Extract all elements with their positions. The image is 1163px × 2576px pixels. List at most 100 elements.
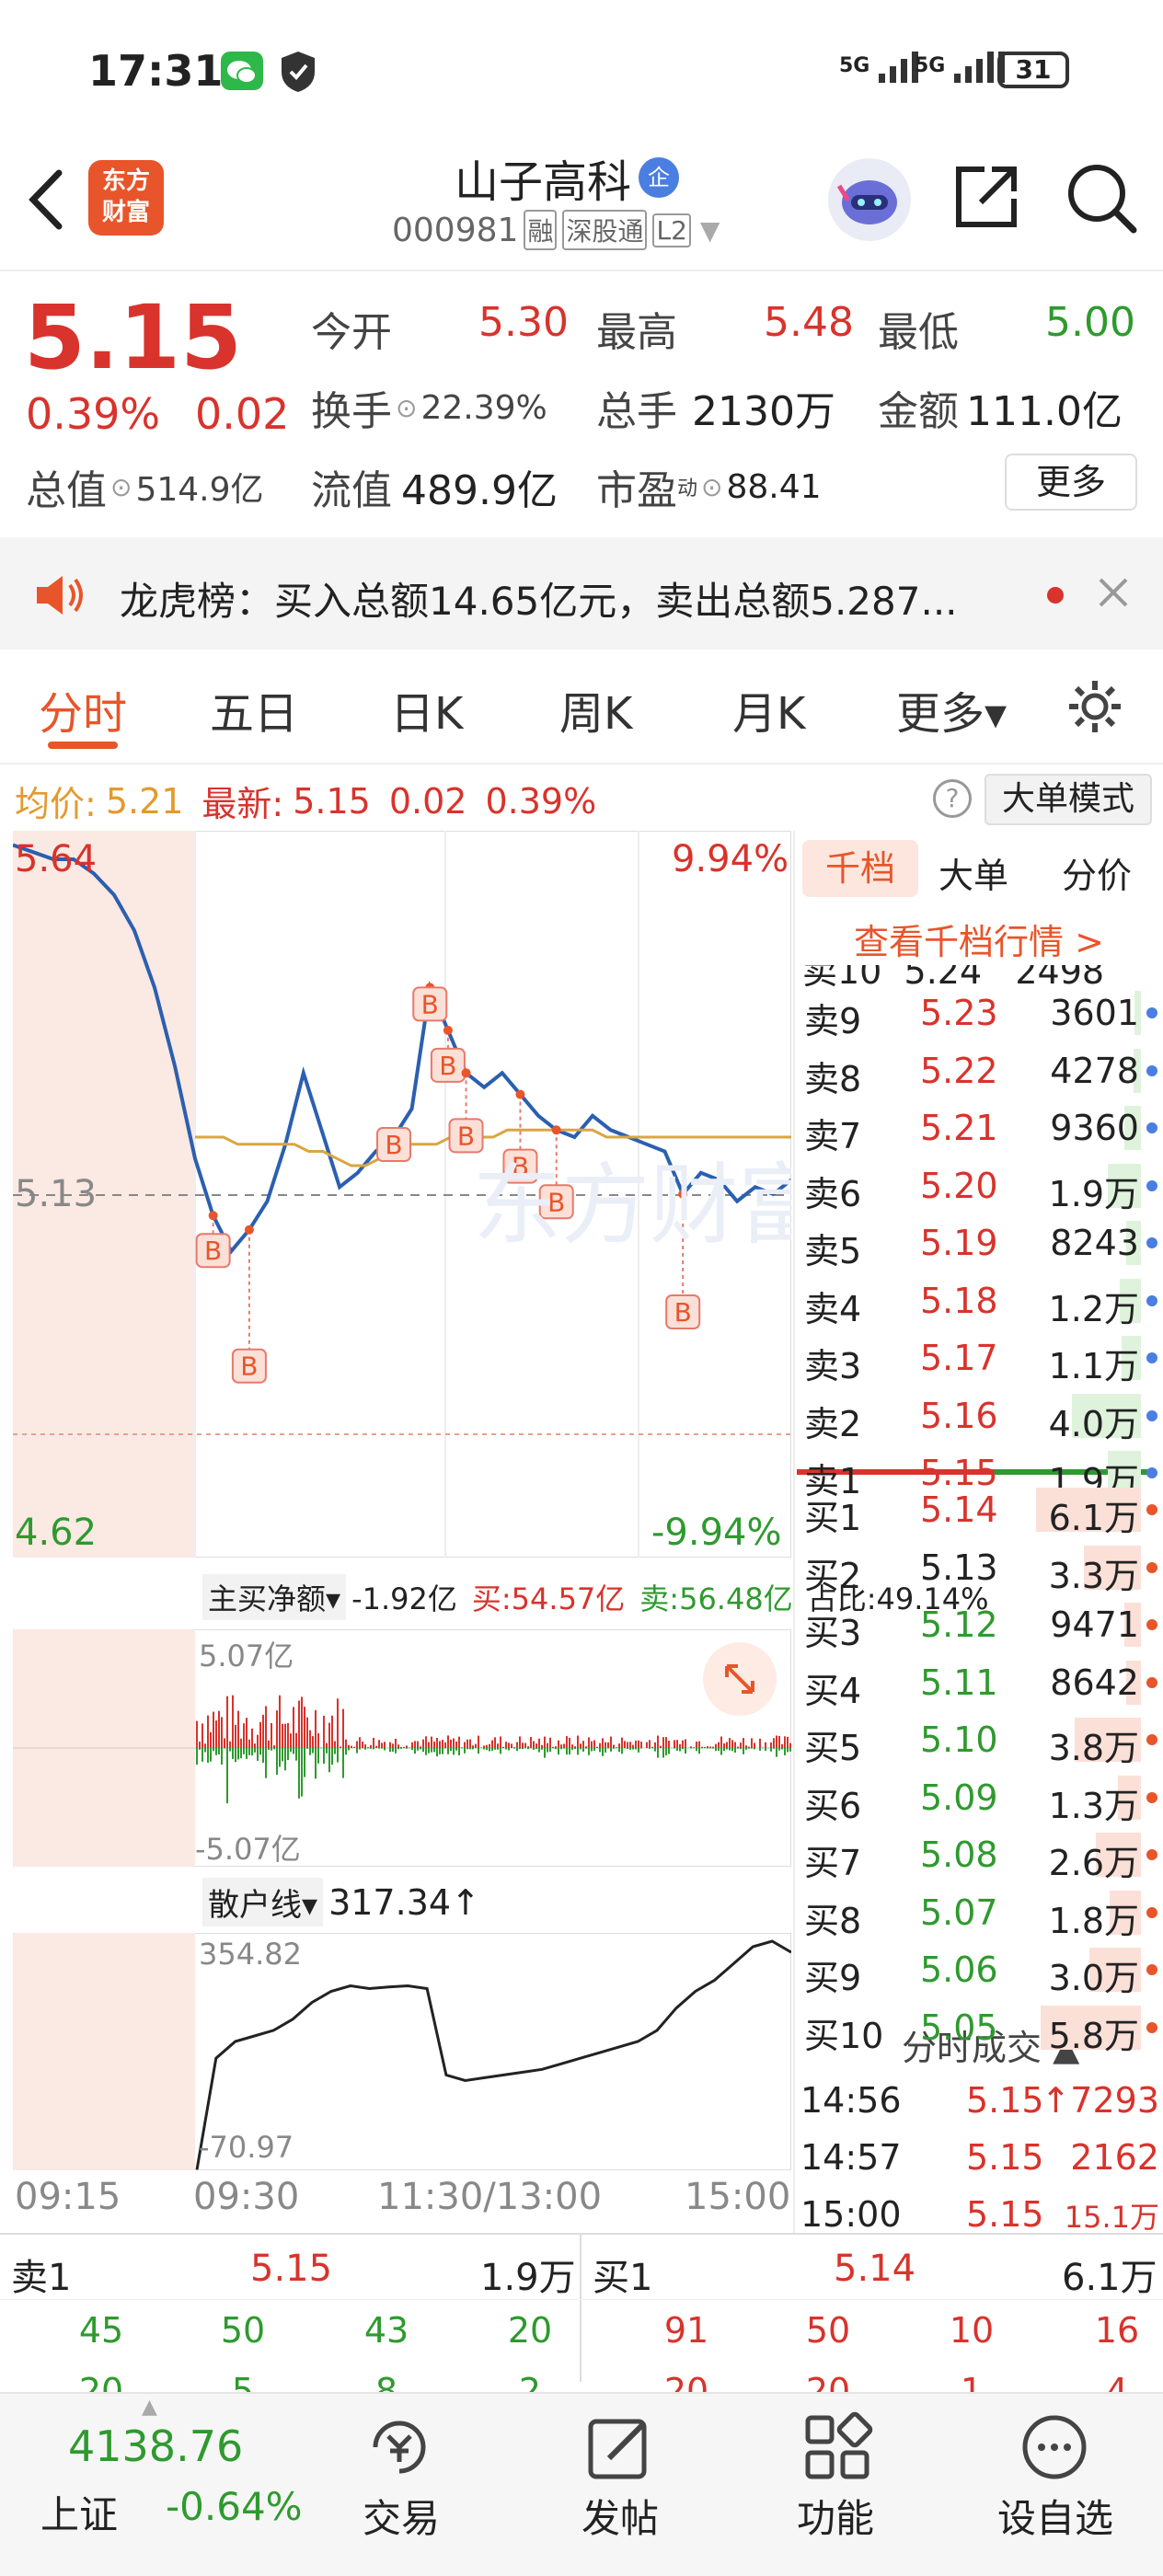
mktcap-value: 514.9亿 [135, 471, 264, 509]
price-chart[interactable]: BBBBBBBBB 东方财富 [13, 831, 791, 1558]
function-icon[interactable] [799, 2409, 876, 2486]
buy-marker-label: B [457, 1121, 475, 1151]
shield-icon [278, 50, 318, 94]
tab-price-distribution[interactable]: 分价 [1062, 847, 1132, 898]
bid-row[interactable]: 买8 5.07 1.8万 [799, 1887, 1163, 1941]
bid-row[interactable]: 买9 5.06 3.0万 [799, 1944, 1163, 1998]
level-price: 5.09 [920, 1777, 998, 1818]
ask-row[interactable]: 卖5 5.19 8243 [799, 1217, 1163, 1271]
status-time: 17:31 [88, 46, 224, 96]
indicator2-chart[interactable] [13, 1933, 791, 2170]
bid-row[interactable]: 买1 5.14 6.1万 [799, 1484, 1163, 1538]
collapse-icon[interactable]: ▲ [142, 2396, 157, 2419]
info-icon[interactable]: ⊙ [110, 472, 132, 502]
more-button[interactable]: 更多 [1005, 454, 1137, 511]
tag-margin: 融 [524, 210, 558, 250]
level-volume: 6.1万 [1048, 1498, 1139, 1538]
trade-button-label[interactable]: 交易 [363, 2488, 440, 2544]
level-volume: 1.2万 [1048, 1288, 1139, 1329]
settings-gear-icon[interactable] [1065, 677, 1124, 736]
level-price: 5.11 [920, 1662, 998, 1703]
tab-daily-k[interactable]: 日K [390, 677, 463, 742]
info-icon[interactable]: ⊙ [396, 393, 417, 423]
enterprise-badge: 企 [639, 157, 680, 198]
tab-more[interactable]: 更多▾ [896, 677, 1007, 742]
search-icon[interactable] [1062, 158, 1139, 236]
dropdown-icon[interactable]: ▼ [700, 215, 720, 246]
trade-price: 5.15 [966, 2137, 1044, 2178]
large-order-mode-button[interactable]: 大单模式 [985, 774, 1152, 825]
expand-icon[interactable] [703, 1642, 777, 1716]
indicator2-bottom: -70.97 [199, 2130, 294, 2165]
level-volume: 2.6万 [1048, 1843, 1139, 1883]
level-volume: 1.3万 [1048, 1785, 1139, 1826]
battery-level: 31 [1015, 54, 1052, 85]
watchlist-button-label[interactable]: 设自选 [997, 2488, 1113, 2544]
tab-intraday[interactable]: 分时 [39, 677, 127, 742]
ask-row[interactable]: 卖4 5.18 1.2万 [799, 1275, 1163, 1329]
level-label: 卖6 [804, 1173, 862, 1214]
back-button[interactable] [24, 167, 70, 232]
ask-row[interactable]: 卖9 5.23 3601 [799, 987, 1163, 1041]
tab-weekly-k[interactable]: 周K [559, 677, 632, 742]
level-volume: 3.3万 [1048, 1555, 1139, 1596]
trade-row: 14:56 5.15 ↑7293 [799, 2075, 1163, 2126]
net-label-2: 5G [915, 54, 946, 77]
indicator1-chart[interactable] [13, 1629, 791, 1867]
sell-queue-order: 50 [220, 2310, 266, 2351]
ask-row[interactable]: 卖6 5.20 1.9万 [799, 1160, 1163, 1214]
post-icon[interactable] [582, 2409, 659, 2486]
ask-row[interactable]: 卖8 5.22 4278 [799, 1045, 1163, 1099]
stock-code: 000981 [392, 211, 519, 249]
robot-assistant-icon[interactable] [828, 158, 911, 241]
x-label-0930: 09:30 [193, 2176, 300, 2218]
y-top-label: 5.64 [15, 838, 98, 880]
watchlist-icon[interactable] [1016, 2409, 1093, 2486]
bid-row[interactable]: 买3 5.12 9471 [799, 1599, 1163, 1653]
level-price: 5.17 [920, 1338, 998, 1378]
help-icon[interactable]: ? [933, 779, 972, 818]
ask-row[interactable]: 卖2 5.16 4.0万 [799, 1390, 1163, 1444]
tab-monthly-k[interactable]: 月K [732, 677, 805, 742]
partial-ask10: 卖10 5.24 2498 [802, 965, 1161, 987]
tab-thousand-level[interactable]: 千档 [802, 840, 918, 897]
trade-icon[interactable] [361, 2409, 438, 2486]
tag-l2: L2 [652, 213, 691, 247]
level-label: 买2 [804, 1555, 862, 1596]
trade-time: 15:00 [800, 2194, 902, 2235]
tab-five-day[interactable]: 五日 [210, 677, 298, 742]
level-price: 5.20 [920, 1165, 998, 1206]
bid-row[interactable]: 买5 5.10 3.8万 [799, 1714, 1163, 1768]
ask-row[interactable]: 卖7 5.21 9360 [799, 1102, 1163, 1156]
bid-row[interactable]: 买6 5.09 1.3万 [799, 1772, 1163, 1826]
info-icon[interactable]: ⊙ [701, 472, 722, 502]
bid-row[interactable]: 买2 5.13 3.3万 [799, 1542, 1163, 1596]
bid-row[interactable]: 买4 5.11 8642 [799, 1657, 1163, 1711]
chart-header: 均价: 5.21 最新: 5.15 0.02 0.39% [15, 776, 596, 826]
indicator1-top: 5.07亿 [199, 1639, 294, 1673]
level-dot [1146, 1964, 1157, 1975]
dragon-tiger-banner[interactable]: 龙虎榜：买入总额14.65亿元，卖出总额5.287... [0, 537, 1163, 650]
quote-panel: 5.15 0.39% 0.02 今开 5.30 最高 5.48 最低 5.00 … [0, 273, 1163, 537]
post-button-label[interactable]: 发帖 [582, 2488, 659, 2544]
indicator2-select[interactable]: 散户线▾ [202, 1878, 324, 1926]
buy-queue-order: 10 [949, 2310, 995, 2351]
level-price: 5.06 [920, 1949, 998, 1990]
view-depth-link[interactable]: 查看千档行情 > [854, 914, 1104, 964]
level-dot [1146, 1237, 1157, 1248]
ask-row[interactable]: 卖3 5.17 1.1万 [799, 1332, 1163, 1386]
app-logo[interactable]: 东方 财富 [88, 160, 164, 236]
trade-row: 15:00 5.15 15.1万 [799, 2189, 1163, 2240]
close-icon[interactable] [1095, 574, 1132, 611]
function-button-label[interactable]: 功能 [797, 2488, 874, 2544]
share-icon[interactable] [950, 160, 1023, 234]
level-label: 买1 [804, 1498, 862, 1538]
stock-title: 山子高科 企 [455, 145, 680, 210]
y-mid-label: 5.13 [15, 1173, 98, 1215]
tab-large-orders[interactable]: 大单 [938, 847, 1008, 898]
indicator1-select[interactable]: 主买净额▾ [202, 1574, 347, 1620]
sell-queue-order: 20 [507, 2310, 553, 2351]
bid-row[interactable]: 买10 5.05 5.8万 [799, 2002, 1163, 2056]
index-value[interactable]: 4138.76 [68, 2421, 243, 2471]
bid-row[interactable]: 买7 5.08 2.6万 [799, 1829, 1163, 1883]
